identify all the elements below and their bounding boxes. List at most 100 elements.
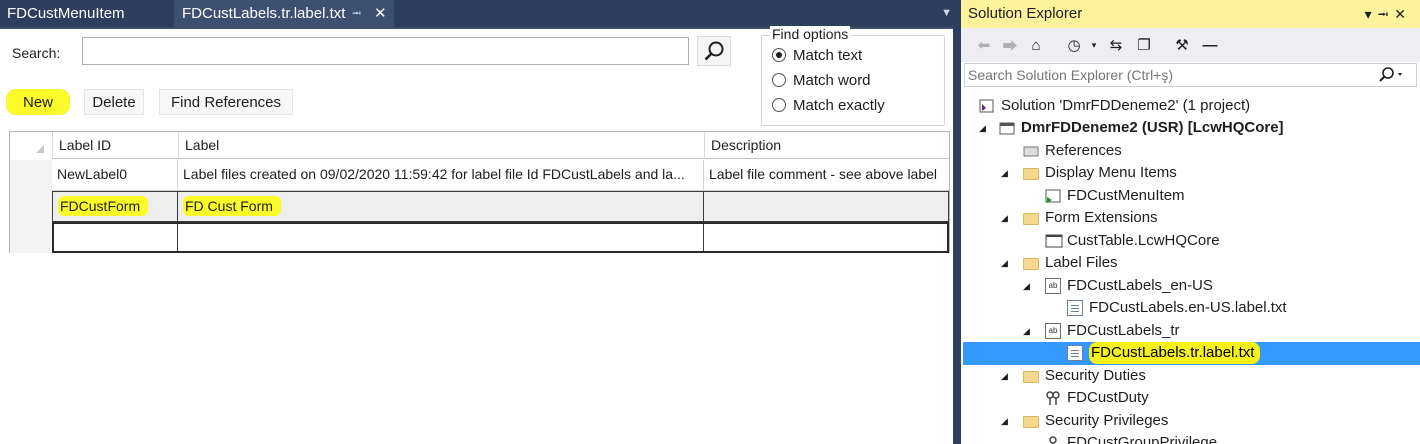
pending-changes-filter-icon[interactable]: ◷: [1065, 36, 1083, 54]
sync-icon[interactable]: ⇆: [1107, 36, 1125, 54]
tree-item-label: Security Privileges: [1045, 412, 1169, 430]
folder-icon: [1023, 371, 1039, 384]
tree-item-en-us-label-txt[interactable]: FDCustLabels.en-US.label.txt: [1067, 297, 1287, 320]
close-icon[interactable]: ✕: [1394, 6, 1412, 22]
search-icon[interactable]: [1376, 65, 1406, 85]
new-button[interactable]: New: [6, 89, 70, 115]
label-cell[interactable]: Label files created on 09/02/2020 11:59:…: [178, 160, 704, 191]
match-text-option[interactable]: Match text: [772, 45, 862, 65]
tree-item-project[interactable]: ◢ DmrFDDeneme2 (USR) [LcwHQCore]: [979, 117, 1284, 140]
column-header-label-id[interactable]: Label ID: [52, 132, 178, 159]
tree-item-references[interactable]: References: [1023, 140, 1122, 163]
option-label: Match text: [793, 46, 863, 64]
folder-icon: [1023, 168, 1039, 181]
tree-item-fdcustlabels-tr[interactable]: ◢ ab FDCustLabels_tr: [1023, 320, 1180, 343]
radio-selected-icon[interactable]: [772, 48, 786, 62]
tree-item-fdcustgroupprivilege[interactable]: FDCustGroupPrivilege: [1045, 432, 1217, 444]
tree-item-security-privileges[interactable]: ◢ Security Privileges: [1001, 410, 1168, 433]
tree-item-label: FDCustLabels_en-US: [1067, 277, 1213, 295]
grid-header: Label ID Label Description: [10, 132, 949, 159]
tab-overflow-dropdown-icon[interactable]: ▼: [941, 0, 952, 27]
panel-title: Solution Explorer: [968, 5, 1083, 22]
table-row[interactable]: FDCustForm FD Cust Form: [52, 191, 949, 222]
tree-item-label-files[interactable]: ◢ Label Files: [1001, 252, 1118, 275]
pin-icon[interactable]: ⭲: [352, 0, 361, 27]
tree-item-fdcustduty[interactable]: FDCustDuty: [1045, 387, 1149, 410]
expanded-arrow-icon[interactable]: ◢: [1023, 275, 1030, 297]
tree-item-label: Form Extensions: [1045, 209, 1158, 227]
tree-item-label: CustTable.LcwHQCore: [1067, 232, 1220, 250]
tree-item-label: FDCustMenuItem: [1067, 187, 1185, 205]
search-label: Search:: [12, 45, 61, 61]
pin-icon[interactable]: ⭲: [1378, 6, 1395, 22]
references-icon: [1023, 143, 1039, 159]
menu-item-icon: [1045, 188, 1061, 204]
project-icon: [999, 120, 1015, 136]
search-input[interactable]: [968, 66, 1368, 84]
properties-wrench-icon[interactable]: ⚒: [1173, 36, 1191, 54]
tab-fdcustmenuitem[interactable]: FDCustMenuItem: [0, 0, 166, 27]
radio-unselected-icon[interactable]: [772, 98, 786, 112]
preview-icon[interactable]: —: [1201, 36, 1219, 54]
match-word-option[interactable]: Match word: [772, 70, 871, 90]
tree-item-solution[interactable]: Solution 'DmrFDDeneme2' (1 project): [979, 95, 1250, 118]
description-cell[interactable]: Label file comment - see above label: [704, 160, 949, 191]
label-id-cell[interactable]: [54, 224, 178, 251]
expanded-arrow-icon[interactable]: ◢: [1001, 252, 1008, 274]
back-icon[interactable]: ⬅: [975, 36, 993, 54]
document-tab-bar: FDCustMenuItem FDCustLabels.tr.label.txt…: [0, 0, 958, 27]
select-all-corner[interactable]: [10, 132, 52, 159]
privilege-icon: [1045, 435, 1061, 444]
expanded-arrow-icon[interactable]: ◢: [1023, 320, 1030, 342]
tree-item-fdcustlabels-en-us[interactable]: ◢ ab FDCustLabels_en-US: [1023, 275, 1213, 298]
home-icon[interactable]: ⌂: [1027, 36, 1045, 54]
tree-item-security-duties[interactable]: ◢ Security Duties: [1001, 365, 1146, 388]
collapse-all-icon[interactable]: ❐: [1135, 36, 1153, 54]
tree-item-display-menu-items[interactable]: ◢ Display Menu Items: [1001, 162, 1177, 185]
expanded-arrow-icon[interactable]: ◢: [1001, 365, 1008, 387]
column-header-description[interactable]: Description: [704, 132, 949, 159]
description-cell[interactable]: [704, 224, 947, 251]
label-grid: Label ID Label Description NewLabel0 Lab…: [9, 131, 950, 253]
solution-explorer-title-bar: Solution Explorer ▾⭲✕: [961, 0, 1420, 28]
expanded-arrow-icon[interactable]: ◢: [979, 117, 986, 139]
label-file-icon: ab: [1045, 323, 1061, 340]
search-button[interactable]: [697, 36, 731, 66]
expanded-arrow-icon[interactable]: ◢: [1001, 207, 1008, 229]
tree-item-label: Display Menu Items: [1045, 164, 1177, 182]
table-row-new[interactable]: [52, 222, 949, 253]
form-icon: [1045, 233, 1063, 249]
tab-fdcustlabels-tr[interactable]: FDCustLabels.tr.label.txt ⭲ ✕: [174, 0, 394, 27]
expanded-arrow-icon[interactable]: ◢: [1001, 162, 1008, 184]
label-id-value: FDCustForm: [58, 196, 149, 216]
tree-item-label: FDCustLabels.en-US.label.txt: [1089, 299, 1287, 317]
delete-button[interactable]: Delete: [84, 89, 144, 115]
tree-item-custtable[interactable]: CustTable.LcwHQCore: [1045, 230, 1220, 253]
solution-explorer-search[interactable]: [964, 63, 1417, 87]
column-header-label[interactable]: Label: [178, 132, 704, 159]
label-id-cell[interactable]: NewLabel0: [52, 160, 178, 191]
label-cell[interactable]: FD Cust Form: [178, 192, 704, 221]
forward-icon[interactable]: ⮕: [1001, 36, 1019, 55]
tree-item-tr-label-txt[interactable]: FDCustLabels.tr.label.txt: [963, 342, 1420, 365]
tree-item-form-extensions[interactable]: ◢ Form Extensions: [1001, 207, 1158, 230]
expanded-arrow-icon[interactable]: ◢: [1001, 410, 1008, 432]
label-cell[interactable]: [178, 224, 704, 251]
option-label: Match word: [793, 71, 871, 89]
table-row[interactable]: NewLabel0 Label files created on 09/02/2…: [52, 160, 949, 191]
folder-icon: [1023, 258, 1039, 271]
description-cell[interactable]: [704, 192, 948, 221]
radio-unselected-icon[interactable]: [772, 73, 786, 87]
tab-label: FDCustLabels.tr.label.txt: [182, 5, 346, 22]
find-references-button[interactable]: Find References: [159, 89, 293, 115]
match-exactly-option[interactable]: Match exactly: [772, 95, 885, 115]
close-icon[interactable]: ✕: [374, 0, 387, 27]
label-id-cell[interactable]: FDCustForm: [53, 192, 178, 221]
search-input[interactable]: [82, 37, 689, 65]
window-position-dropdown-icon[interactable]: ▾: [1365, 6, 1378, 22]
tree-item-fdcustmenuitem[interactable]: FDCustMenuItem: [1045, 185, 1185, 208]
option-label: Match exactly: [793, 96, 885, 114]
panel-splitter[interactable]: [953, 0, 961, 444]
chevron-down-icon[interactable]: ▾: [1085, 36, 1103, 54]
tree-item-label: References: [1045, 142, 1122, 160]
